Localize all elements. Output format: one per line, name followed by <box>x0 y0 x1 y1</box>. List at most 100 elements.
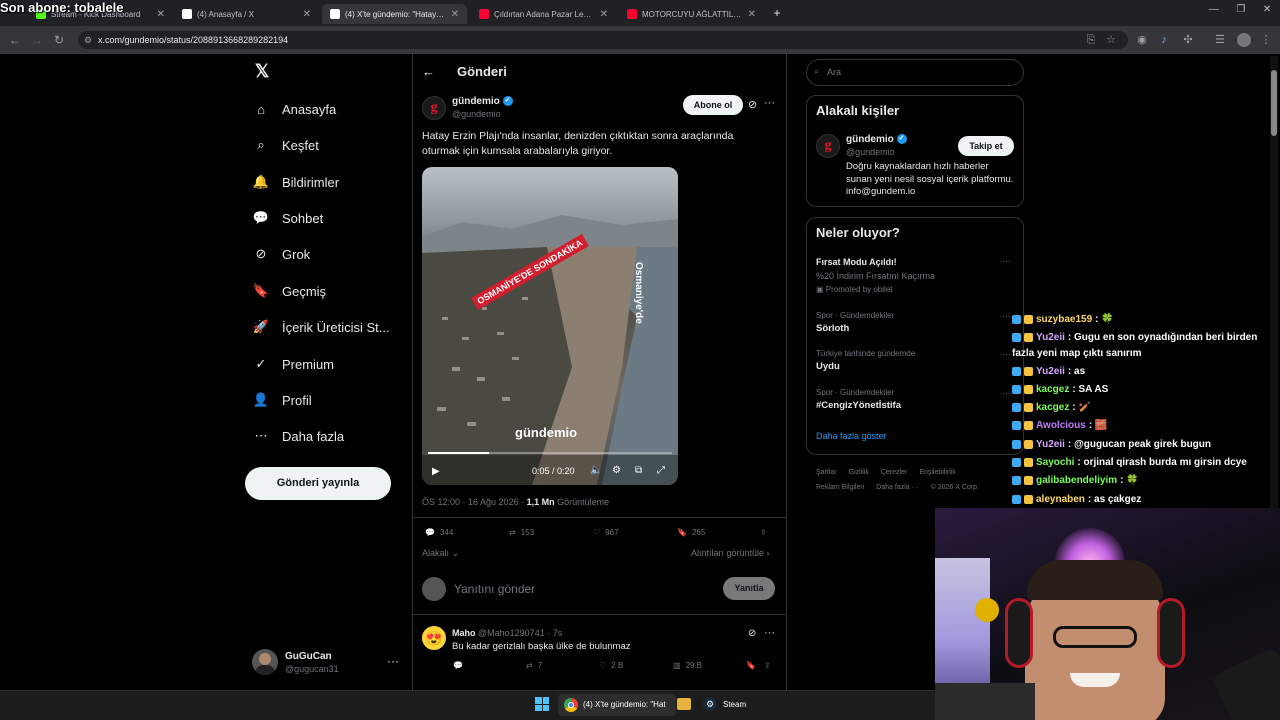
bookmark-star-icon[interactable]: ☆ <box>1103 32 1119 48</box>
reply-button[interactable]: Yanıtla <box>723 577 775 600</box>
url-field[interactable]: x.com/gundemio/status/208891366828928219… <box>78 31 1128 49</box>
tab-close-icon[interactable]: ✕ <box>451 9 459 20</box>
user-avatar[interactable] <box>252 649 278 675</box>
tab-close-icon[interactable]: ✕ <box>748 9 756 20</box>
nav-item[interactable]: 👤 Profil <box>252 388 312 412</box>
nav-item[interactable]: ⋯ Daha fazla <box>252 424 345 448</box>
profile-avatar[interactable] <box>1237 33 1251 47</box>
reply-like-button[interactable]: ♡ 2 B <box>599 661 623 670</box>
back-icon[interactable]: ← <box>422 64 435 79</box>
reading-list-icon[interactable]: ☰ <box>1212 32 1228 48</box>
video-progress-track[interactable] <box>428 452 672 454</box>
trend-more-icon[interactable]: ··· <box>1002 256 1011 266</box>
minimize-icon[interactable]: — <box>1209 4 1219 22</box>
windows-start-icon[interactable] <box>535 697 549 711</box>
nav-item[interactable]: ⌕ Keşfet <box>252 133 319 157</box>
play-icon[interactable]: ▶ <box>432 466 440 477</box>
footer-link[interactable]: Gizlilik <box>849 465 869 480</box>
chat-username[interactable]: aleynaben <box>1036 494 1085 505</box>
reply-more-icon[interactable]: ··· <box>764 627 775 639</box>
reload-icon[interactable]: ↻ <box>50 31 68 49</box>
nav-item[interactable]: 💬 Sohbet <box>252 206 323 230</box>
trend-name[interactable]: #CengizYönetİstifa <box>816 400 901 411</box>
like-button[interactable]: ♡ 967 <box>593 528 619 537</box>
reply-reply-button[interactable]: 💬 <box>453 661 463 670</box>
chat-username[interactable]: suzybae159 <box>1036 314 1092 325</box>
chat-username[interactable]: kacgez <box>1036 384 1069 395</box>
view-quotes-link[interactable]: Alıntıları görüntüle › <box>691 548 770 558</box>
voice-icon[interactable]: ♪ <box>1156 32 1172 48</box>
site-info-icon[interactable]: ⚙ <box>84 35 92 46</box>
browser-tab[interactable]: (4) Anasayfa / X ✕ <box>174 4 319 24</box>
trend-more-icon[interactable]: ··· <box>1002 388 1011 398</box>
menu-dots-icon[interactable]: ⋮ <box>1258 32 1274 48</box>
tab-close-icon[interactable]: ✕ <box>303 9 311 20</box>
chat-username[interactable]: Yu2eii <box>1036 366 1065 377</box>
related-name[interactable]: gündemio ✓ <box>846 134 907 145</box>
footer-link[interactable]: Şartlar <box>816 465 837 480</box>
ad-title[interactable]: Fırsat Modu Açıldı! <box>816 257 897 267</box>
footer-link[interactable]: Reklam Bilgileri <box>816 480 864 495</box>
nav-item[interactable]: ✓ Premium <box>252 352 334 376</box>
trend-more-icon[interactable]: ··· <box>1002 311 1011 321</box>
chat-username[interactable]: Sayochi <box>1036 457 1074 468</box>
browser-tab[interactable]: (4) X'te gündemio: "Hatay Erzin ✕ <box>322 4 467 24</box>
x-logo-icon[interactable]: 𝕏 <box>252 61 272 81</box>
sort-dropdown[interactable]: Alakalı ⌄ <box>422 548 459 559</box>
chat-username[interactable]: kacgez <box>1036 402 1069 413</box>
footer-link[interactable]: © 2026 X Corp. <box>931 480 979 495</box>
nav-item[interactable]: 🔔 Bildirimler <box>252 170 339 194</box>
reply-input[interactable]: Yanıtını gönder <box>454 582 535 596</box>
author-name[interactable]: gündemio ✓ <box>452 96 513 107</box>
post-video[interactable]: OSMANİYE'DE SONDAKİKA Osmaniye'de gündem… <box>422 167 678 485</box>
back-arrow-icon[interactable]: ← <box>6 31 24 49</box>
browser-tab[interactable]: Çıldırtan Adana Pazar Lezzetleri ✕ <box>471 4 616 24</box>
trend-name[interactable]: Uydu <box>816 361 840 372</box>
grok-icon[interactable]: ⊘ <box>748 628 756 639</box>
scrollbar-thumb[interactable] <box>1271 70 1277 136</box>
author-avatar[interactable]: g <box>422 96 446 120</box>
footer-link[interactable]: Daha fazla ··· <box>876 480 918 495</box>
nav-item[interactable]: ⌂ Anasayfa <box>252 97 336 121</box>
show-more-link[interactable]: Daha fazla göster <box>816 431 887 441</box>
follow-button[interactable]: Takip et <box>958 136 1014 156</box>
chat-username[interactable]: Yu2eii <box>1036 332 1065 343</box>
reply-share-icon[interactable]: ⇪ <box>764 661 771 670</box>
settings-icon[interactable]: ⚙ <box>612 465 621 476</box>
search-input[interactable]: Ara <box>806 59 1024 86</box>
new-tab-button[interactable]: + <box>770 6 784 20</box>
subscribe-button[interactable]: Abone ol <box>683 95 743 115</box>
reply-bookmark-icon[interactable]: 🔖 <box>746 661 756 670</box>
more-options-icon[interactable]: ··· <box>764 97 775 109</box>
reply-author-avatar[interactable]: 😍 <box>422 626 446 650</box>
chat-username[interactable]: Yu2eii <box>1036 439 1065 450</box>
repost-button[interactable]: ⇄ 153 <box>509 528 534 537</box>
reply-repost-button[interactable]: ⇄ 7 <box>526 661 542 670</box>
maximize-icon[interactable]: ❐ <box>1236 4 1245 22</box>
pip-icon[interactable]: ⧉ <box>635 465 642 476</box>
account-menu-icon[interactable]: ··· <box>387 654 399 668</box>
share-icon[interactable]: ⇪ <box>760 528 767 537</box>
footer-link[interactable]: Erişilebilirlik <box>919 465 956 480</box>
fullscreen-icon[interactable]: ⤢ <box>657 465 665 476</box>
extension-icon[interactable]: ◉ <box>1134 32 1150 48</box>
bookmark-button[interactable]: 🔖 265 <box>677 528 705 537</box>
footer-link[interactable]: Çerezler <box>881 465 907 480</box>
nav-item[interactable]: 🚀 İçerik Üreticisi St... <box>252 315 390 339</box>
browser-tab[interactable]: MOTORCUYU AĞLATTILAR: Tür ✕ <box>619 4 764 24</box>
nav-item[interactable]: ⊘ Grok <box>252 242 311 266</box>
nav-item[interactable]: 🔖 Geçmiş <box>252 279 326 303</box>
steam-icon[interactable]: ⚙ <box>703 697 717 711</box>
chat-username[interactable]: galibabendeliyim <box>1036 475 1117 486</box>
puzzle-icon[interactable]: ✣ <box>1180 32 1196 48</box>
trend-more-icon[interactable]: ··· <box>1002 349 1011 359</box>
forward-arrow-icon[interactable]: → <box>28 31 46 49</box>
volume-icon[interactable]: 🔈 <box>590 465 602 476</box>
reply-count-button[interactable]: 💬 344 <box>425 528 453 537</box>
install-icon[interactable]: ⎘ <box>1083 32 1099 48</box>
chat-username[interactable]: Awolcious <box>1036 420 1086 431</box>
tab-close-icon[interactable]: ✕ <box>600 9 608 20</box>
grok-icon[interactable]: ⊘ <box>748 98 757 111</box>
related-avatar[interactable]: g <box>816 134 840 158</box>
tab-close-icon[interactable]: ✕ <box>157 9 165 20</box>
